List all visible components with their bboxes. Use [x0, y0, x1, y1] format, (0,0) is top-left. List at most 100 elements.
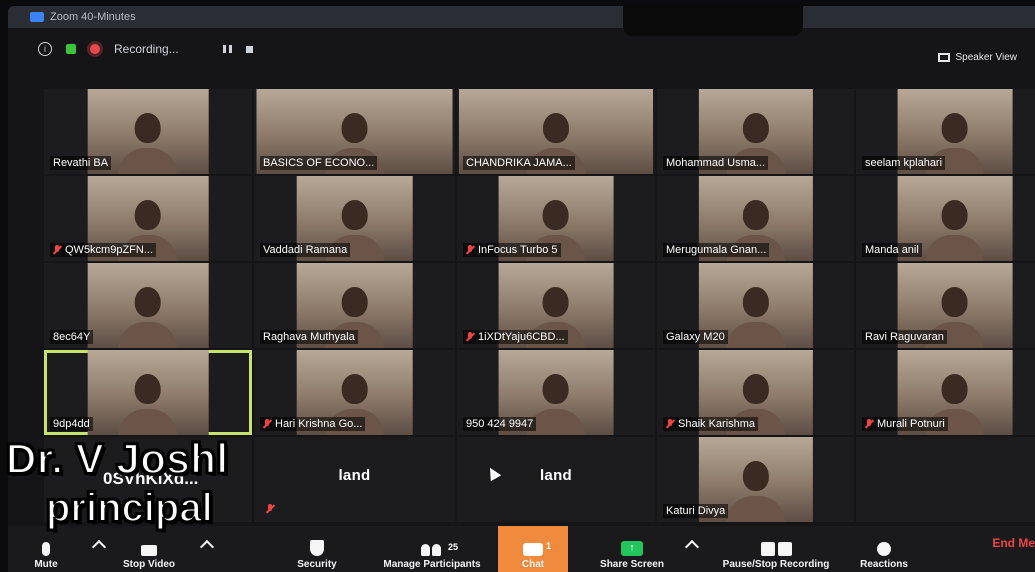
shield-icon	[310, 540, 324, 556]
participant-tile[interactable]: InFocus Turbo 5	[457, 176, 655, 261]
mute-label: Mute	[34, 559, 58, 570]
reactions-button[interactable]: Reactions	[854, 542, 914, 570]
muted-mic-icon	[53, 245, 61, 255]
participant-tile[interactable]: 950 424 9947	[457, 350, 655, 435]
stop-video-label: Stop Video	[122, 559, 176, 570]
person-head	[941, 373, 968, 404]
participant-tile[interactable]: Revathi BA	[44, 89, 252, 174]
participant-name-tag: seelam kplahari	[862, 156, 946, 170]
pause-recording-label: Pause/Stop Recording	[722, 559, 830, 570]
participant-tile[interactable]: 9dp4dd	[44, 350, 252, 435]
person-head	[542, 286, 569, 317]
person-head	[742, 199, 769, 230]
participant-name-tag: 9dp4dd	[50, 417, 93, 431]
participant-name: land	[338, 467, 371, 484]
video-camera-icon	[141, 545, 157, 556]
participant-name: 9dp4dd	[53, 418, 90, 430]
participant-tile[interactable]: QW5kcm9pZFN...	[44, 176, 252, 261]
person-head	[542, 373, 569, 404]
lock-icon[interactable]	[66, 44, 76, 54]
participant-name-tag: Mohammad Usma...	[663, 156, 769, 170]
microphone-icon	[42, 542, 50, 556]
audio-options-caret-icon[interactable]	[91, 539, 107, 555]
participant-tile[interactable]: Shaik Karishma	[657, 350, 854, 435]
participant-name: Hari Krishna Go...	[275, 418, 363, 430]
participants-icon	[421, 544, 443, 556]
person-head	[135, 199, 161, 230]
speaker-view-button[interactable]: Speaker View	[938, 52, 1017, 63]
participant-name-tag: QW5kcm9pZFN...	[50, 243, 157, 257]
participant-tile[interactable]: Mohammad Usma...	[657, 89, 854, 174]
chat-bubble-icon	[523, 543, 543, 556]
person-head	[542, 199, 569, 230]
window-title: Zoom 40-Minutes	[50, 11, 136, 23]
security-button[interactable]: Security	[292, 540, 342, 570]
stop-recording-icon[interactable]	[245, 45, 253, 53]
meeting-status-bar: i Recording...	[8, 34, 1035, 64]
participant-name: CHANDRIKA JAMA...	[466, 157, 572, 169]
participant-name: Revathi BA	[53, 157, 109, 169]
pause-stop-recording-button[interactable]: Pause/Stop Recording	[708, 542, 844, 570]
person-body	[119, 409, 177, 435]
participant-name: Raghava Muthyala	[263, 331, 355, 343]
participant-tile[interactable]: land	[457, 437, 655, 522]
chat-badge: 1	[546, 541, 552, 551]
muted-mic-icon	[466, 245, 474, 255]
share-screen-label: Share Screen	[600, 559, 664, 570]
participant-name-tag: 1iXDtYaju6CBD...	[463, 330, 568, 344]
person-body	[726, 322, 785, 348]
stop-video-button[interactable]: Stop Video	[114, 545, 184, 570]
caption-name: Dr. V Joshl	[5, 435, 229, 482]
participant-tile[interactable]: Manda anil	[856, 176, 1035, 261]
participant-name-tag: 8ec64Y	[50, 330, 94, 344]
person-head	[742, 373, 769, 404]
meeting-toolbar: Mute Stop Video Security 25 Manage Parti…	[8, 526, 1035, 572]
person-head	[941, 199, 968, 230]
participant-tile[interactable]	[856, 437, 1035, 522]
participant-tile[interactable]: 8ec64Y	[44, 263, 252, 348]
participant-tile[interactable]: Raghava Muthyala	[254, 263, 455, 348]
participant-name: Mohammad Usma...	[666, 157, 766, 169]
participant-name-tag: Shaik Karishma	[663, 417, 759, 431]
participant-name-tag: Vaddadi Ramana	[260, 243, 351, 257]
person-head	[941, 286, 968, 317]
participant-tile[interactable]: CHANDRIKA JAMA...	[457, 89, 655, 174]
participant-tile[interactable]: BASICS OF ECONO...	[254, 89, 455, 174]
pause-recording-icon[interactable]	[222, 45, 232, 53]
person-body	[925, 235, 984, 261]
participant-tile[interactable]: land	[254, 437, 455, 522]
view-grid-icon	[938, 53, 951, 62]
muted-mic-icon	[666, 419, 674, 429]
participant-tile[interactable]: Galaxy M20	[657, 263, 854, 348]
participant-tile[interactable]: Ravi Raguvaran	[856, 263, 1035, 348]
participant-video	[87, 263, 209, 348]
person-body	[726, 496, 785, 522]
participant-tile[interactable]: Merugumala Gnan...	[657, 176, 854, 261]
participant-tile[interactable]: Katuri Divya	[657, 437, 854, 522]
participant-name: Ravi Raguvaran	[865, 331, 944, 343]
participant-tile[interactable]: 1iXDtYaju6CBD...	[457, 263, 655, 348]
info-icon[interactable]: i	[38, 42, 52, 56]
video-options-caret-icon[interactable]	[199, 539, 215, 555]
manage-participants-button[interactable]: 25 Manage Participants	[368, 542, 496, 570]
person-head	[135, 286, 161, 317]
participant-name-tag: Revathi BA	[50, 156, 112, 170]
pause-stop-icon	[708, 542, 844, 556]
person-head	[941, 112, 968, 143]
person-head	[742, 286, 769, 317]
share-arrow-icon: ↑	[621, 541, 643, 556]
participant-tile[interactable]: Hari Krishna Go...	[254, 350, 455, 435]
participant-tile[interactable]: seelam kplahari	[856, 89, 1035, 174]
end-meeting-button[interactable]: End Me	[992, 536, 1035, 550]
participant-name-tag: BASICS OF ECONO...	[260, 156, 378, 170]
share-screen-button[interactable]: ↑ Share Screen	[592, 541, 672, 570]
participant-tile[interactable]: Vaddadi Ramana	[254, 176, 455, 261]
recording-dot-icon	[90, 44, 100, 54]
chat-button[interactable]: 1 Chat	[498, 526, 568, 572]
mute-button[interactable]: Mute	[26, 542, 66, 570]
participant-tile[interactable]: Murali Potnuri	[856, 350, 1035, 435]
participant-name: 8ec64Y	[53, 331, 91, 343]
person-head	[341, 286, 368, 317]
share-options-caret-icon[interactable]	[684, 539, 700, 555]
chat-content: 1 Chat	[498, 541, 568, 570]
